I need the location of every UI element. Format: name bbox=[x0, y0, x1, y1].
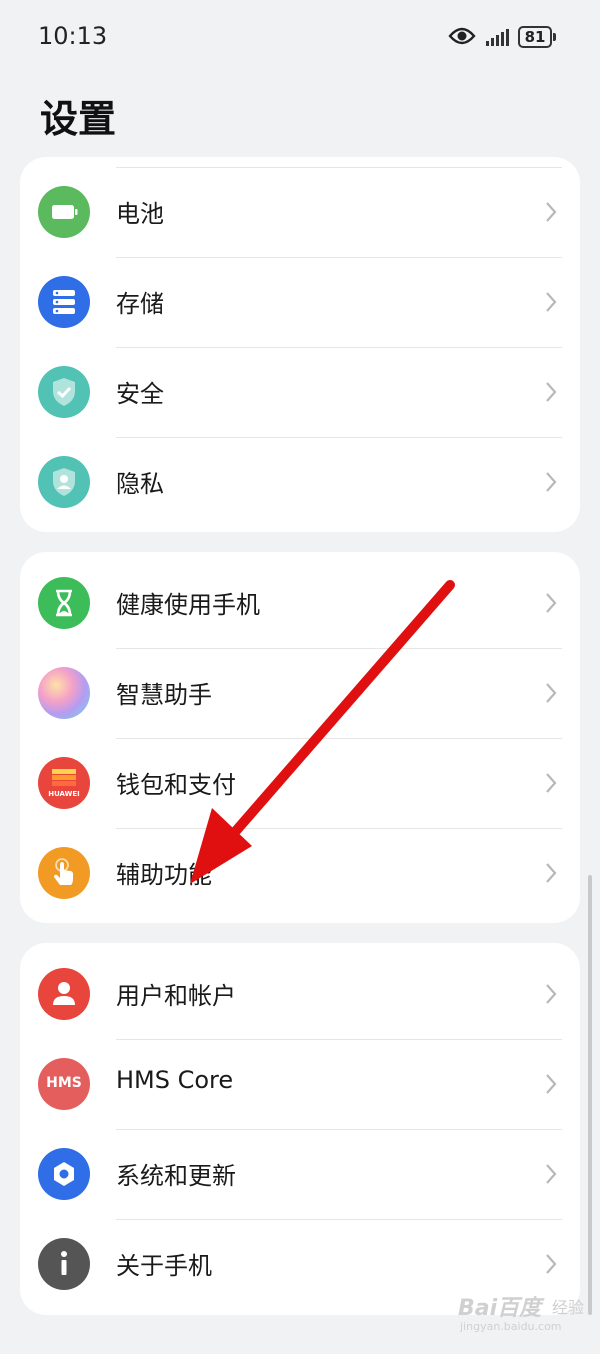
watermark-logo: Bai百度 bbox=[458, 1296, 542, 1321]
baidu-watermark: Bai百度 经验 jingyan.baidu.com bbox=[458, 1290, 598, 1340]
red-annotation-arrow bbox=[190, 580, 455, 884]
watermark-subtitle: 经验 bbox=[552, 1298, 585, 1317]
watermark-url: jingyan.baidu.com bbox=[460, 1320, 562, 1333]
